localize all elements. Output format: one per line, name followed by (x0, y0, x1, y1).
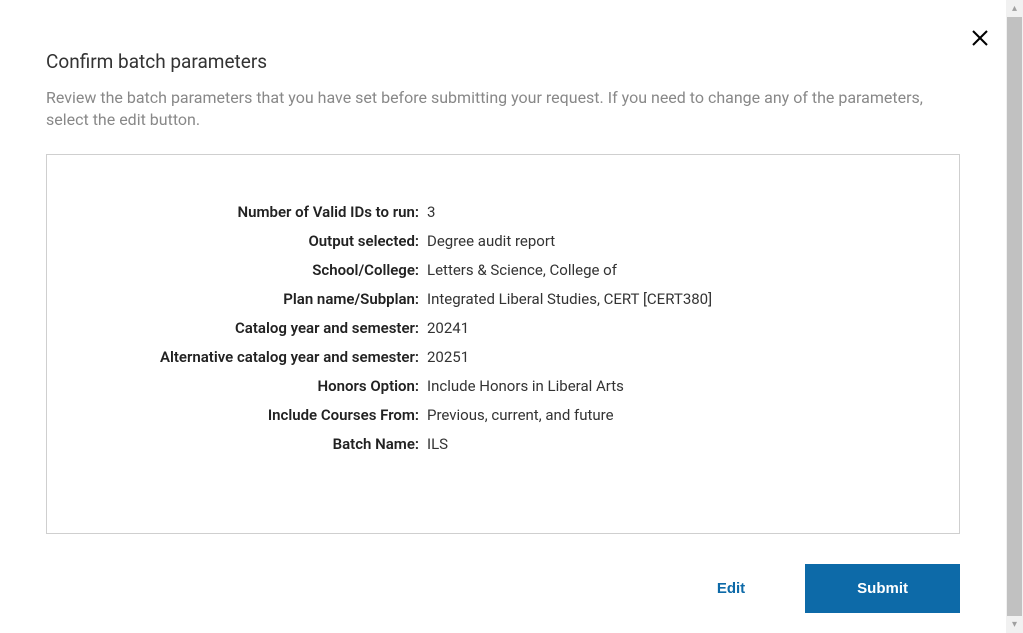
param-row-catalog: Catalog year and semester: 20241 (77, 319, 929, 337)
scroll-up-arrow[interactable]: ▴ (1006, 0, 1023, 17)
param-row-include-courses: Include Courses From: Previous, current,… (77, 406, 929, 424)
param-value: Degree audit report (427, 232, 555, 250)
param-value: ILS (427, 435, 448, 453)
parameters-list: Number of Valid IDs to run: 3 Output sel… (77, 203, 929, 453)
param-label: Output selected: (77, 232, 427, 250)
dialog-title: Confirm batch parameters (46, 50, 960, 73)
param-value: Integrated Liberal Studies, CERT [CERT38… (427, 290, 712, 308)
close-button[interactable] (966, 24, 994, 52)
param-row-batch-name: Batch Name: ILS (77, 435, 929, 453)
param-row-output: Output selected: Degree audit report (77, 232, 929, 250)
submit-button[interactable]: Submit (805, 564, 960, 613)
scroll-thumb[interactable] (1007, 17, 1022, 616)
param-label: Include Courses From: (77, 406, 427, 424)
param-label: Batch Name: (77, 435, 427, 453)
confirm-dialog: Confirm batch parameters Review the batc… (0, 0, 1006, 613)
param-label: Honors Option: (77, 377, 427, 395)
param-value: 20241 (427, 319, 469, 337)
dialog-description: Review the batch parameters that you hav… (46, 87, 960, 132)
param-value: Letters & Science, College of (427, 261, 617, 279)
scroll-down-arrow[interactable]: ▾ (1006, 616, 1023, 633)
param-row-honors: Honors Option: Include Honors in Liberal… (77, 377, 929, 395)
param-label: Number of Valid IDs to run: (77, 203, 427, 221)
param-label: Alternative catalog year and semester: (77, 348, 427, 366)
param-label: School/College: (77, 261, 427, 279)
param-value: 3 (427, 203, 435, 221)
param-value: Previous, current, and future (427, 406, 614, 424)
param-label: Plan name/Subplan: (77, 290, 427, 308)
vertical-scrollbar[interactable]: ▴ ▾ (1006, 0, 1023, 633)
param-value: Include Honors in Liberal Arts (427, 377, 624, 395)
parameters-panel: Number of Valid IDs to run: 3 Output sel… (46, 154, 960, 534)
dialog-content: Confirm batch parameters Review the batc… (0, 0, 1006, 633)
param-row-valid-ids: Number of Valid IDs to run: 3 (77, 203, 929, 221)
edit-button[interactable]: Edit (697, 570, 765, 607)
param-row-school: School/College: Letters & Science, Colle… (77, 261, 929, 279)
param-row-alt-catalog: Alternative catalog year and semester: 2… (77, 348, 929, 366)
close-icon (971, 29, 989, 47)
dialog-actions: Edit Submit (46, 534, 960, 613)
param-row-plan: Plan name/Subplan: Integrated Liberal St… (77, 290, 929, 308)
param-value: 20251 (427, 348, 469, 366)
param-label: Catalog year and semester: (77, 319, 427, 337)
